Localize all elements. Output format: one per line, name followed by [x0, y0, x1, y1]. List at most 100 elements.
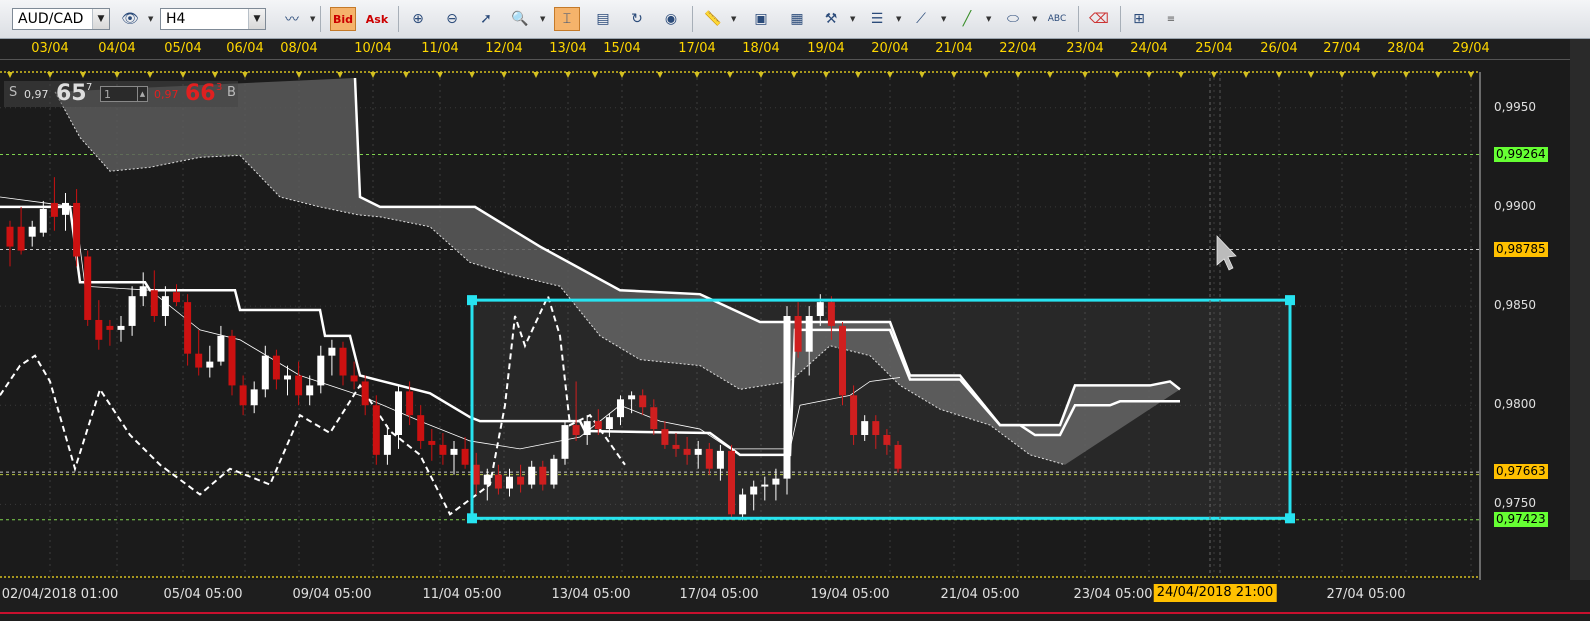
candle-body [284, 375, 291, 380]
ask-label: Ask [365, 12, 389, 26]
time-tick-label: 19/04 05:00 [810, 587, 890, 602]
candle-body [406, 391, 414, 416]
template-icon[interactable]: ▦ [784, 7, 810, 31]
chevron-down-icon[interactable]: ▼ [310, 15, 315, 23]
image-icon[interactable]: ▣ [748, 7, 774, 31]
ask-button[interactable]: Ask [364, 7, 390, 31]
symbol-value: AUD/CAD [18, 11, 84, 27]
network-icon[interactable]: ⊞ [1126, 7, 1152, 31]
date-tick-label: 15/04 [603, 41, 641, 56]
price-tick-label: 0,9800 [1494, 397, 1536, 412]
date-axis: 03/04 04/04 05/04 06/04 08/04 10/04 11/04 12/04… [0, 39, 1570, 60]
refresh-icon[interactable]: ↻ [624, 7, 650, 31]
ellipse-icon[interactable]: ⬭ [1000, 7, 1026, 31]
save-icon[interactable]: ▤ [590, 7, 616, 31]
date-tick-label: 29/04 [1452, 41, 1490, 56]
divider [320, 6, 321, 32]
eye-settings-icon[interactable]: 👁 [117, 7, 143, 31]
text-icon[interactable]: ABC [1044, 7, 1070, 31]
time-tick-label: 13/04 05:00 [551, 587, 631, 602]
timeframe-select[interactable]: H4 ▼ [160, 8, 266, 30]
lines-icon[interactable]: ☰ [864, 7, 890, 31]
zoom-icon[interactable]: 🔍 [507, 7, 533, 31]
candle-body [106, 325, 114, 330]
chevron-down-icon[interactable]: ▼ [941, 15, 946, 23]
candle-body [395, 391, 402, 435]
date-tick-label: 18/04 [742, 41, 780, 56]
time-tick-label: 17/04 05:00 [679, 587, 759, 602]
price-chart[interactable] [0, 60, 1570, 580]
zoom-in-icon[interactable]: ⊕ [405, 7, 431, 31]
date-tick-label: 19/04 [807, 41, 845, 56]
globe-icon[interactable]: ◉ [658, 7, 684, 31]
chevron-down-icon[interactable]: ▼ [1032, 15, 1037, 23]
sell-label: S [9, 85, 18, 100]
date-tick-label: 06/04 [226, 41, 264, 56]
bid-button[interactable]: Bid [330, 7, 356, 31]
time-tick-label: 09/04 05:00 [292, 587, 372, 602]
divider [1078, 6, 1079, 32]
date-tick-label: 05/04 [164, 41, 202, 56]
time-axis: 02/04/2018 01:00 05/04 05:00 09/04 05:00 11… [0, 580, 1590, 621]
candle-body [261, 355, 269, 390]
date-tick-label: 23/04 [1066, 41, 1104, 56]
divider [692, 6, 693, 32]
lot-size-input[interactable]: 1 ▲ [100, 86, 148, 102]
crosshair-icon[interactable]: ⌶ [554, 7, 580, 31]
price-marker-label: 0,97663 [1494, 464, 1548, 480]
candle-body [428, 440, 436, 445]
candle-body [161, 296, 169, 316]
rectangle-handle[interactable] [467, 295, 477, 306]
divider [398, 6, 399, 32]
price-tick-label: 0,9900 [1494, 198, 1536, 213]
date-tick-label: 17/04 [678, 41, 716, 56]
buy-price-big[interactable]: 66 [185, 81, 216, 106]
date-tick-label: 04/04 [98, 41, 136, 56]
indicator-icon[interactable]: 〰 [279, 7, 305, 31]
candle-body [39, 208, 47, 233]
zoom-out-icon[interactable]: ⊖ [439, 7, 465, 31]
chevron-down-icon[interactable]: ▼ [148, 15, 153, 23]
date-tick-label: 20/04 [871, 41, 909, 56]
buy-label: B [227, 85, 236, 100]
time-tick-label: 05/04 05:00 [163, 587, 243, 602]
symbol-select[interactable]: AUD/CAD ▼ [12, 8, 110, 30]
date-tick-label: 22/04 [999, 41, 1037, 56]
timeframe-value: H4 [166, 11, 186, 27]
date-tick-label: 13/04 [549, 41, 587, 56]
date-tick-label: 28/04 [1387, 41, 1425, 56]
chevron-down-icon[interactable]: ▼ [248, 9, 265, 29]
tools-icon[interactable]: ⚒ [818, 7, 844, 31]
rectangle-handle[interactable] [467, 513, 477, 524]
stepper-icon[interactable]: ▲ [137, 87, 147, 101]
cursor-time-label: 24/04/2018 21:00 [1153, 584, 1277, 602]
candle-body [295, 375, 303, 396]
fibonacci-icon[interactable]: ⟋ [908, 7, 934, 31]
candle-body [139, 286, 147, 297]
candle-body [339, 347, 347, 376]
time-tick-label: 23/04 05:00 [1073, 587, 1153, 602]
chevron-down-icon[interactable]: ▼ [731, 15, 736, 23]
eraser-icon[interactable]: ⌫ [1086, 7, 1112, 31]
date-tick-label: 10/04 [354, 41, 392, 56]
rectangle-handle[interactable] [1285, 295, 1295, 306]
vertical-scrollbar[interactable] [1570, 39, 1590, 580]
price-tick-label: 0,9750 [1494, 496, 1536, 511]
rectangle-handle[interactable] [1285, 513, 1295, 524]
chevron-down-icon[interactable]: ▼ [850, 15, 855, 23]
candle-body [461, 448, 469, 465]
candle-body [206, 361, 214, 368]
chevron-down-icon[interactable]: ▼ [92, 9, 109, 29]
chevron-down-icon[interactable]: ▼ [540, 15, 545, 23]
ruler-icon[interactable]: 📏 [700, 7, 726, 31]
time-tick-label: 21/04 05:00 [940, 587, 1020, 602]
candle-body [306, 385, 314, 396]
pencil-icon[interactable]: ╱ [954, 7, 980, 31]
menu-icon[interactable]: ≡ [1158, 7, 1184, 31]
chevron-down-icon[interactable]: ▼ [986, 15, 991, 23]
cursor-icon[interactable]: ➚ [473, 7, 499, 31]
candle-body [173, 292, 180, 303]
price-marker-label: 0,99264 [1494, 146, 1548, 162]
sell-price-big[interactable]: 65 [56, 81, 87, 106]
chevron-down-icon[interactable]: ▼ [896, 15, 901, 23]
